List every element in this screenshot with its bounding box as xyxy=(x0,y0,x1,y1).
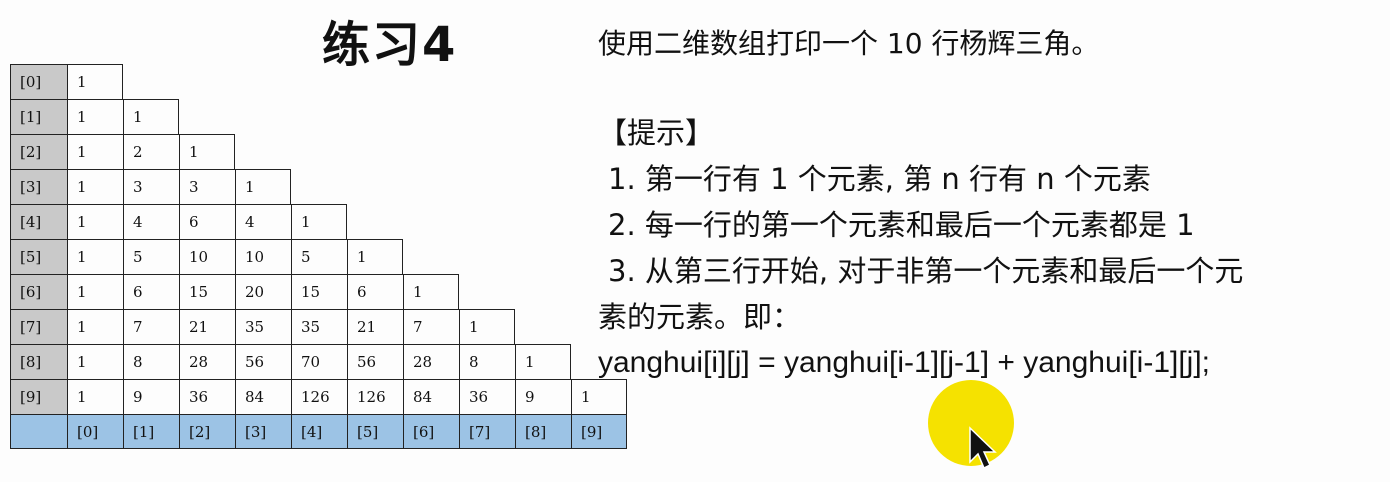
hints-block: 【提示】 1. 第一行有 1 个元素, 第 n 行有 n 个元素 2. 每一行的… xyxy=(598,110,1378,386)
triangle-cell: 1 xyxy=(179,134,235,169)
triangle-cell: 21 xyxy=(179,309,235,344)
row-index-label: [9] xyxy=(10,379,67,414)
row-index-label: [6] xyxy=(10,274,67,309)
row-index-label: [7] xyxy=(10,309,67,344)
triangle-cell: 1 xyxy=(67,379,123,414)
row-index-label: [0] xyxy=(10,64,67,99)
row-index-label: [3] xyxy=(10,169,67,204)
triangle-cell: 5 xyxy=(291,239,347,274)
triangle-cell: 126 xyxy=(347,379,403,414)
triangle-cell: 70 xyxy=(291,344,347,379)
triangle-cell: 6 xyxy=(179,204,235,239)
triangle-cell: 1 xyxy=(571,379,627,414)
row-index-label: [5] xyxy=(10,239,67,274)
triangle-cell: 1 xyxy=(291,204,347,239)
triangle-cell: 84 xyxy=(235,379,291,414)
mouse-pointer-icon xyxy=(969,426,997,470)
column-index-label: [9] xyxy=(571,414,627,449)
triangle-cell: 5 xyxy=(123,239,179,274)
triangle-cell: 9 xyxy=(515,379,571,414)
triangle-cell: 9 xyxy=(123,379,179,414)
triangle-cell: 35 xyxy=(291,309,347,344)
triangle-cell: 21 xyxy=(347,309,403,344)
column-index-label: [3] xyxy=(235,414,291,449)
triangle-cell: 4 xyxy=(123,204,179,239)
triangle-cell: 1 xyxy=(347,239,403,274)
triangle-cell: 1 xyxy=(67,239,123,274)
column-index-label: [0] xyxy=(67,414,123,449)
column-index-label: [5] xyxy=(347,414,403,449)
row-index-label: [4] xyxy=(10,204,67,239)
triangle-cell: 126 xyxy=(291,379,347,414)
hints-header: 【提示】 xyxy=(598,116,715,150)
column-index-label: [6] xyxy=(403,414,459,449)
triangle-cell: 1 xyxy=(67,99,123,134)
header-corner-cell xyxy=(10,414,67,449)
triangle-cell: 7 xyxy=(123,309,179,344)
row-index-label: [8] xyxy=(10,344,67,379)
triangle-cell: 6 xyxy=(123,274,179,309)
column-index-label: [4] xyxy=(291,414,347,449)
triangle-cell: 2 xyxy=(123,134,179,169)
triangle-cell: 1 xyxy=(67,134,123,169)
triangle-cell: 6 xyxy=(347,274,403,309)
triangle-cell: 1 xyxy=(67,64,123,99)
slide-title: 练习4 xyxy=(322,17,458,73)
triangle-cell: 1 xyxy=(67,309,123,344)
row-index-label: [1] xyxy=(10,99,67,134)
triangle-cell: 1 xyxy=(515,344,571,379)
triangle-cell: 3 xyxy=(179,169,235,204)
row-index-label: [2] xyxy=(10,134,67,169)
task-description: 使用二维数组打印一个 10 行杨辉三角。 xyxy=(598,27,1100,60)
triangle-cell: 1 xyxy=(67,274,123,309)
hint-item: 1. 第一行有 1 个元素, 第 n 行有 n 个元素 xyxy=(608,162,1151,196)
triangle-cell: 1 xyxy=(67,204,123,239)
hint-continuation: 素的元素。即： xyxy=(598,300,802,334)
triangle-cell: 15 xyxy=(291,274,347,309)
triangle-cell: 3 xyxy=(123,169,179,204)
column-index-label: [8] xyxy=(515,414,571,449)
triangle-cell: 20 xyxy=(235,274,291,309)
triangle-cell: 8 xyxy=(459,344,515,379)
triangle-cell: 4 xyxy=(235,204,291,239)
triangle-cell: 1 xyxy=(67,169,123,204)
triangle-cell: 1 xyxy=(403,274,459,309)
hint-item: 2. 每一行的第一个元素和最后一个元素都是 1 xyxy=(608,208,1195,242)
triangle-cell: 8 xyxy=(123,344,179,379)
column-index-label: [1] xyxy=(123,414,179,449)
triangle-cell: 28 xyxy=(403,344,459,379)
triangle-cell: 1 xyxy=(235,169,291,204)
triangle-cell: 36 xyxy=(179,379,235,414)
hint-item: 3. 从第三行开始, 对于非第一个元素和最后一个元 xyxy=(608,254,1244,288)
triangle-cell: 56 xyxy=(235,344,291,379)
triangle-cell: 15 xyxy=(179,274,235,309)
triangle-cell: 7 xyxy=(403,309,459,344)
triangle-cell: 36 xyxy=(459,379,515,414)
triangle-cell: 28 xyxy=(179,344,235,379)
triangle-cell: 1 xyxy=(123,99,179,134)
triangle-cell: 1 xyxy=(67,344,123,379)
triangle-cell: 10 xyxy=(235,239,291,274)
triangle-cell: 1 xyxy=(459,309,515,344)
column-index-label: [2] xyxy=(179,414,235,449)
triangle-cell: 56 xyxy=(347,344,403,379)
triangle-cell: 10 xyxy=(179,239,235,274)
triangle-cell: 84 xyxy=(403,379,459,414)
triangle-cell: 35 xyxy=(235,309,291,344)
column-index-label: [7] xyxy=(459,414,515,449)
yanghui-formula: yanghui[i][j] = yanghui[i-1][j-1] + yang… xyxy=(598,346,1211,379)
